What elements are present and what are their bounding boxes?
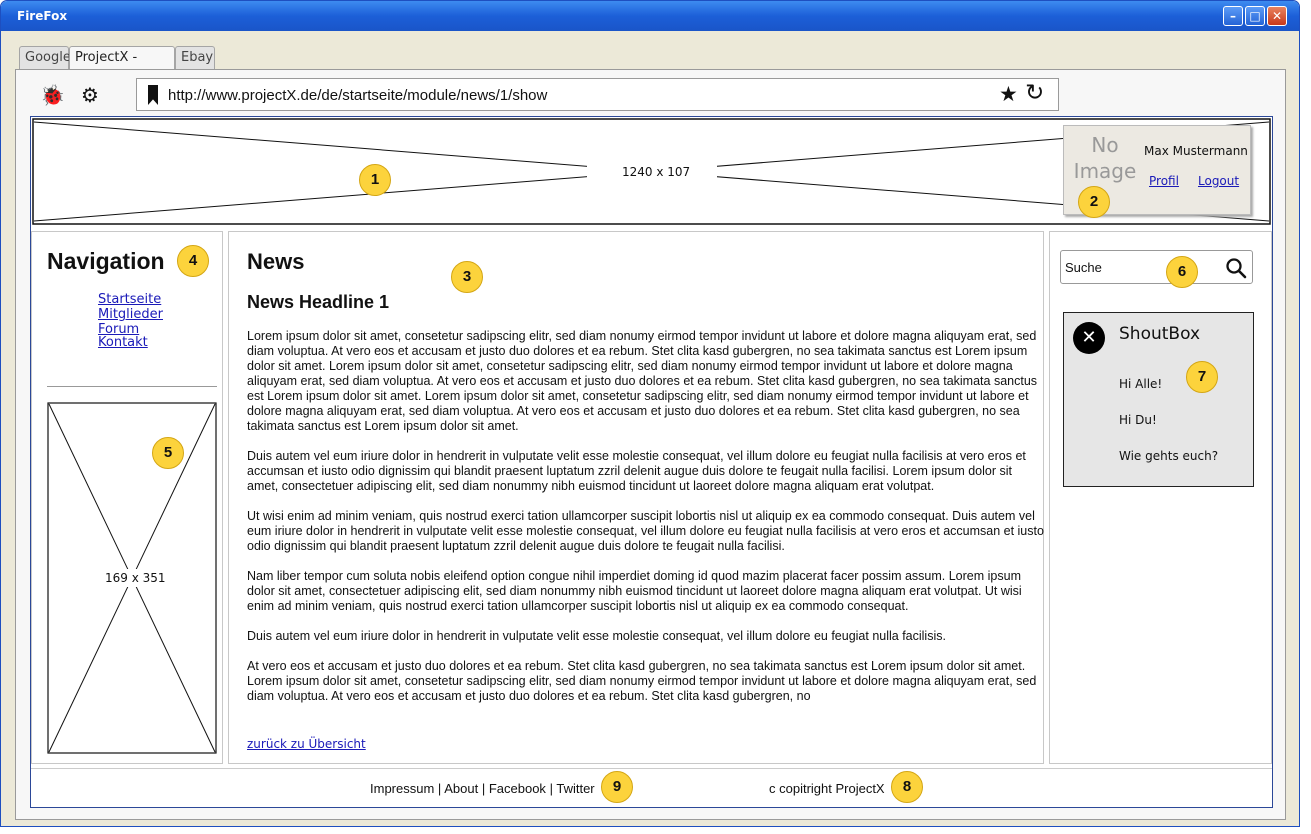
- gear-icon[interactable]: ⚙: [81, 83, 99, 107]
- annotation-badge-5: 5: [152, 437, 184, 469]
- news-paragraph: Lorem ipsum dolor sit amet, consetetur s…: [247, 329, 1038, 433]
- news-heading: News: [247, 249, 305, 274]
- news-paragraph: Nam liber tempor cum soluta nobis eleife…: [247, 569, 1022, 613]
- banner-size-label: 1240 x 107: [622, 165, 691, 179]
- sidebar-image-size-label: 169 x 351: [105, 571, 166, 585]
- news-paragraph: Duis autem vel eum iriure dolor in hendr…: [247, 629, 946, 643]
- nav-item-mitglieder[interactable]: Mitglieder: [98, 307, 163, 322]
- footer-separator: |: [549, 781, 553, 796]
- nav-item-kontakt[interactable]: Kontakt: [98, 335, 163, 350]
- navigation-column: Navigation Startseite Mitglieder Forum K…: [31, 231, 223, 764]
- annotation-badge-3: 3: [451, 261, 483, 293]
- nav-divider: [47, 386, 217, 387]
- bug-icon[interactable]: 🐞: [40, 83, 65, 107]
- star-icon[interactable]: ★: [999, 82, 1018, 106]
- profile-link[interactable]: Profil: [1149, 174, 1179, 188]
- no-image-text-1: No: [1091, 133, 1119, 157]
- tab-google[interactable]: Google: [19, 46, 71, 70]
- news-paragraph: At vero eos et accusam et justo duo dolo…: [247, 659, 1037, 703]
- footer-links: Impressum | About | Facebook | Twitter: [370, 781, 595, 796]
- minimize-button[interactable]: –: [1223, 6, 1243, 26]
- shoutbox-message: Hi Du!: [1119, 413, 1157, 427]
- annotation-badge-7: 7: [1186, 361, 1218, 393]
- tab-ebay[interactable]: Ebay: [175, 46, 215, 70]
- shoutbox-message: Wie gehts euch?: [1119, 449, 1219, 463]
- footer-link-impressum[interactable]: Impressum: [370, 781, 434, 796]
- footer-link-facebook[interactable]: Facebook: [489, 781, 546, 796]
- shoutbox: ✕ ShoutBox Hi Alle! Hi Du! Wie gehts euc…: [1063, 312, 1254, 487]
- right-sidebar: Suche ✕ ShoutBox Hi Alle! Hi Du! Wie geh…: [1049, 231, 1272, 764]
- annotation-badge-8: 8: [891, 771, 923, 803]
- annotation-badge-9: 9: [601, 771, 633, 803]
- annotation-badge-1: 1: [359, 164, 391, 196]
- search-field[interactable]: Suche: [1060, 250, 1253, 284]
- close-window-button[interactable]: ✕: [1267, 6, 1287, 26]
- url-text[interactable]: http://www.projectX.de/de/startseite/mod…: [168, 87, 547, 104]
- sidebar-image-placeholder: 169 x 351: [47, 402, 217, 754]
- news-body: Lorem ipsum dolor sit amet, consetetur s…: [247, 329, 1044, 719]
- news-column: News News Headline 1 Lorem ipsum dolor s…: [228, 231, 1044, 764]
- user-name: Max Mustermann: [1144, 144, 1248, 158]
- news-paragraph: Ut wisi enim ad minim veniam, quis nostr…: [247, 509, 1044, 553]
- search-icon[interactable]: [1225, 257, 1247, 279]
- navigation-menu: Startseite Mitglieder Forum Kontakt: [98, 292, 163, 350]
- title-bar[interactable]: FireFox – □ ✕: [1, 1, 1299, 31]
- reload-icon[interactable]: ↻: [1025, 80, 1044, 106]
- copyright-text: c copitright ProjectX: [769, 781, 885, 796]
- no-image-text-2: Image: [1073, 159, 1137, 183]
- avatar: No Image: [1068, 132, 1142, 184]
- footer: Impressum | About | Facebook | Twitter c…: [31, 768, 1272, 806]
- window-title: FireFox: [17, 9, 68, 23]
- footer-separator: |: [437, 781, 442, 796]
- annotation-badge-4: 4: [177, 245, 209, 277]
- search-placeholder: Suche: [1065, 260, 1102, 275]
- shoutbox-title: ShoutBox: [1119, 324, 1201, 344]
- annotation-badge-6: 6: [1166, 256, 1198, 288]
- maximize-button[interactable]: □: [1245, 6, 1265, 26]
- tab-projectx-news[interactable]: ProjectX - News: [69, 46, 175, 87]
- web-page: 1240 x 107 No Image Max Mustermann Profi…: [30, 116, 1273, 808]
- nav-item-startseite[interactable]: Startseite: [98, 292, 163, 307]
- address-bar[interactable]: http://www.projectX.de/de/startseite/mod…: [136, 78, 1059, 111]
- navigation-heading: Navigation: [47, 248, 165, 274]
- close-icon[interactable]: ✕: [1073, 322, 1105, 354]
- news-headline: News Headline 1: [247, 292, 390, 312]
- footer-link-about[interactable]: About: [444, 781, 478, 796]
- logout-link[interactable]: Logout: [1198, 174, 1239, 188]
- annotation-badge-2: 2: [1078, 186, 1110, 218]
- footer-link-twitter[interactable]: Twitter: [556, 781, 594, 796]
- browser-window: FireFox – □ ✕ Google ProjectX - News Eba…: [0, 0, 1300, 827]
- news-paragraph: Duis autem vel eum iriure dolor in hendr…: [247, 449, 1026, 493]
- bookmark-icon[interactable]: [148, 85, 158, 105]
- back-to-overview-link[interactable]: zurück zu Übersicht: [247, 737, 366, 751]
- footer-separator: |: [481, 781, 486, 796]
